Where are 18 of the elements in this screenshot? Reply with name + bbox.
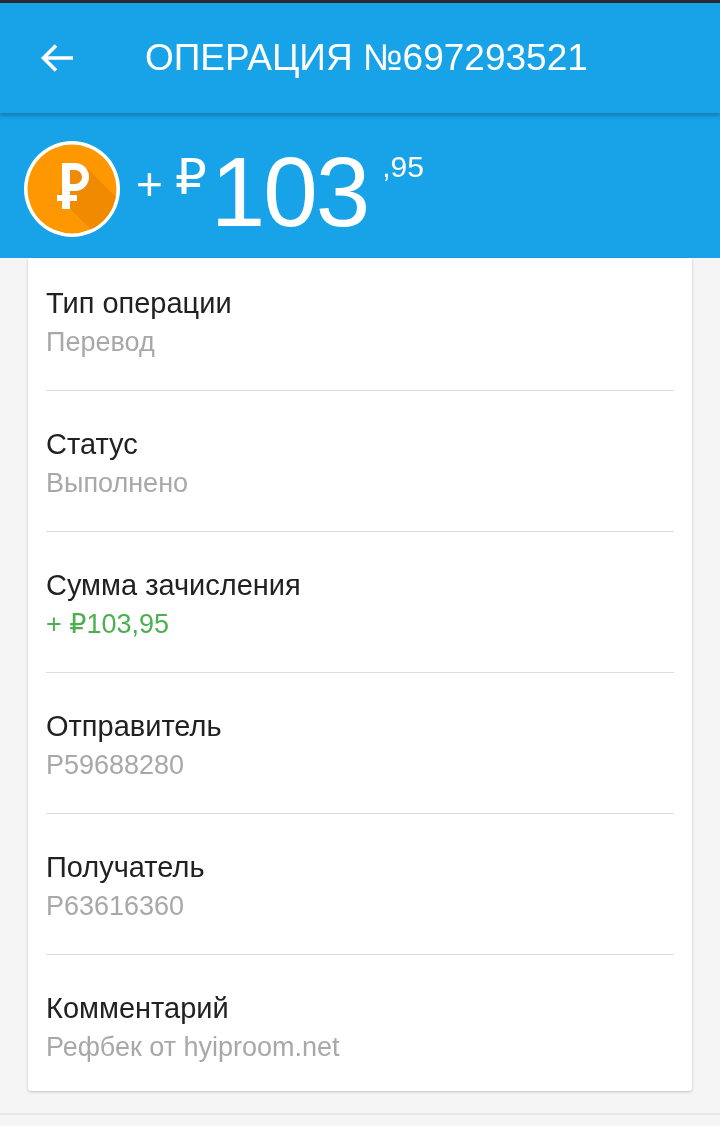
detail-value: P63616360	[46, 890, 185, 922]
detail-label: Получатель	[46, 850, 205, 884]
detail-label: Отправитель	[46, 709, 222, 743]
detail-label: Комментарий	[46, 991, 229, 1025]
detail-label: Сумма зачисления	[46, 568, 301, 602]
amount-fraction: ,95	[382, 152, 424, 182]
detail-label: Тип операции	[46, 286, 232, 320]
detail-value: P59688280	[46, 749, 185, 781]
amount-sign: +	[136, 161, 163, 207]
amount-integer: 103	[210, 143, 369, 241]
detail-value: Выполнено	[46, 467, 189, 499]
screen-title: ОПЕРАЦИЯ №697293521	[145, 36, 588, 80]
detail-value: Перевод	[46, 326, 155, 358]
back-arrow-icon	[40, 43, 74, 73]
currency-symbol: ₽	[174, 152, 207, 202]
detail-value: Рефбек от hyiproom.net	[46, 1031, 340, 1063]
detail-label: Статус	[46, 427, 138, 461]
detail-value: + ₽103,95	[46, 608, 170, 640]
